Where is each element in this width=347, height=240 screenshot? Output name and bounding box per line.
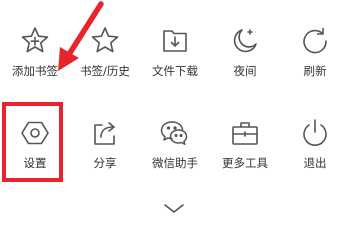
star-plus-icon (18, 24, 52, 58)
bookmarks-history-label: 书签/历史 (80, 64, 130, 78)
settings-button[interactable]: 设置 (4, 110, 66, 180)
hexagon-settings-icon (18, 116, 52, 150)
browser-menu-panel: 添加书签 书签/历史 文件下载 夜间 刷新 设置 分享 微信助手 更多工具 退出 (0, 0, 347, 227)
refresh-icon (298, 24, 332, 58)
chevron-down-icon (164, 204, 184, 213)
star-icon (88, 24, 122, 58)
more-tools-button[interactable]: 更多工具 (214, 110, 276, 180)
add-bookmark-label: 添加书签 (12, 64, 58, 78)
wechat-icon (158, 116, 192, 150)
share-icon (88, 116, 122, 150)
share-label: 分享 (93, 156, 117, 170)
wechat-assistant-label: 微信助手 (152, 156, 198, 170)
refresh-label: 刷新 (303, 64, 327, 78)
toolbox-icon (228, 116, 262, 150)
refresh-button[interactable]: 刷新 (284, 18, 346, 88)
add-bookmark-button[interactable]: 添加书签 (4, 18, 66, 88)
night-mode-label: 夜间 (233, 64, 257, 78)
exit-label: 退出 (303, 156, 327, 170)
file-download-button[interactable]: 文件下载 (144, 18, 206, 88)
download-folder-icon (158, 24, 192, 58)
bookmarks-history-button[interactable]: 书签/历史 (74, 18, 136, 88)
share-button[interactable]: 分享 (74, 110, 136, 180)
night-mode-button[interactable]: 夜间 (214, 18, 276, 88)
power-icon (298, 116, 332, 150)
wechat-assistant-button[interactable]: 微信助手 (144, 110, 206, 180)
moon-icon (228, 24, 262, 58)
file-download-label: 文件下载 (152, 64, 198, 78)
settings-label: 设置 (23, 156, 47, 170)
collapse-menu-button[interactable] (163, 200, 185, 216)
more-tools-label: 更多工具 (222, 156, 268, 170)
exit-button[interactable]: 退出 (284, 110, 346, 180)
